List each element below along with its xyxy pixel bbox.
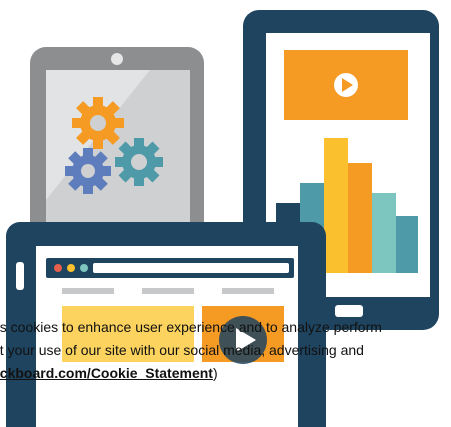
tablet-device bbox=[30, 47, 204, 247]
cookie-statement-link[interactable]: ackboard.com/Cookie_Statement bbox=[0, 365, 213, 381]
cookie-notice-line-3: ackboard.com/Cookie_Statement) bbox=[0, 362, 451, 385]
cookie-notice-text: es cookies to enhance user experience an… bbox=[0, 316, 451, 385]
camera-icon bbox=[111, 53, 123, 65]
cookie-notice-line-1: es cookies to enhance user experience an… bbox=[0, 319, 382, 335]
cookie-notice-line-2: ut your use of our site with our social … bbox=[0, 342, 364, 358]
cookie-link-suffix: ) bbox=[212, 365, 218, 381]
hero-illustration: es cookies to enhance user experience an… bbox=[0, 0, 451, 427]
